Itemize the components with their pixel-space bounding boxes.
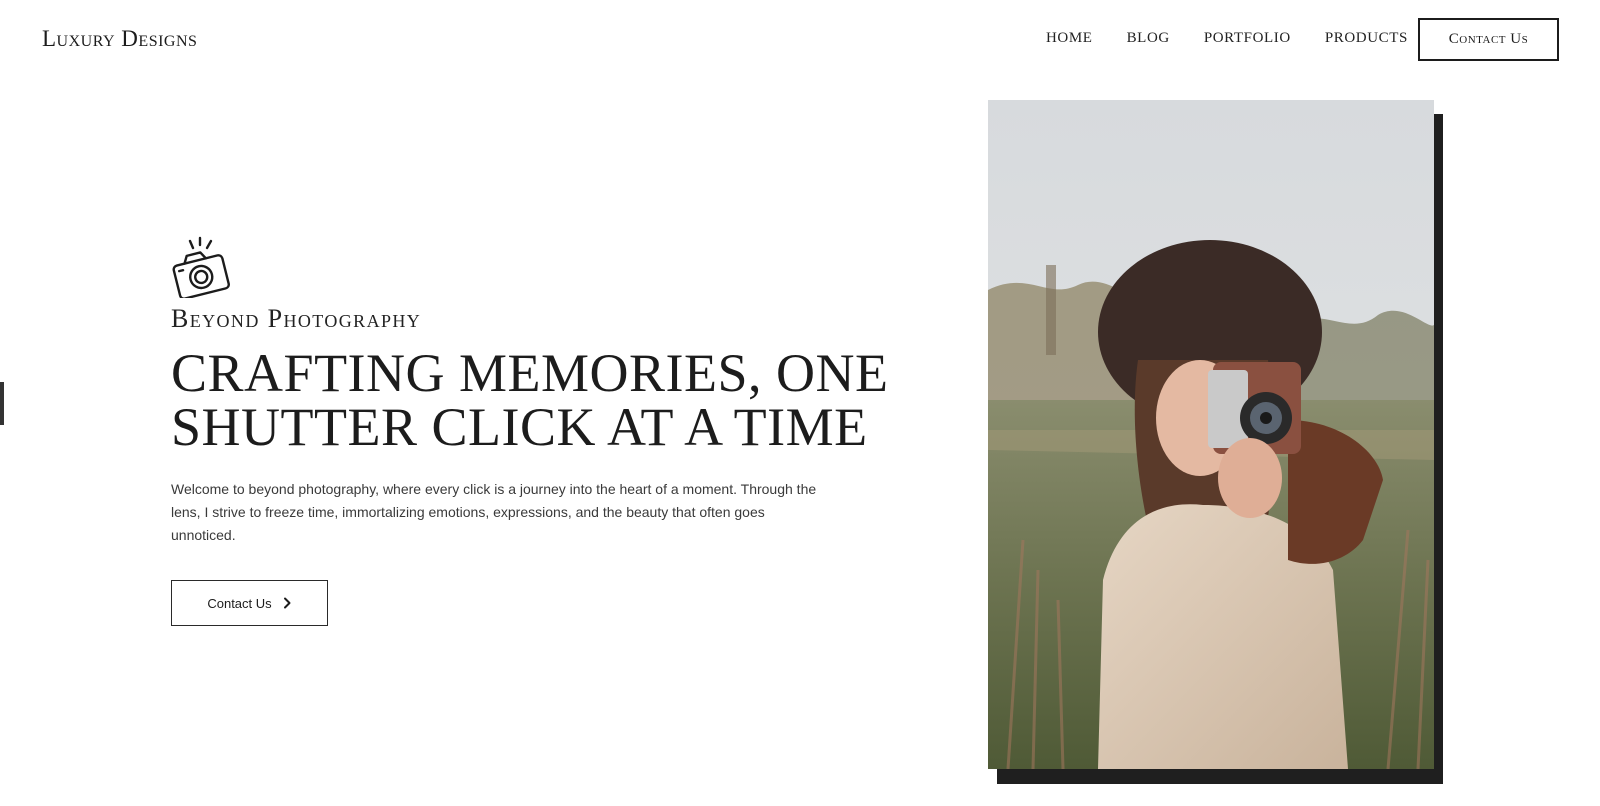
chevron-right-icon xyxy=(283,597,291,609)
site-logo[interactable]: Luxury Designs xyxy=(42,26,197,52)
side-edge-tab[interactable] xyxy=(0,382,4,425)
header-contact-button[interactable]: Contact Us xyxy=(1418,18,1559,61)
hero-eyebrow: Beyond Photography xyxy=(171,304,422,333)
main-nav: HOME BLOG PORTFOLIO PRODUCTS xyxy=(1046,30,1442,47)
nav-home[interactable]: HOME xyxy=(1046,30,1093,47)
hero-headline: Crafting Memories, One Shutter Click at … xyxy=(171,343,889,457)
site-header: Luxury Designs HOME BLOG PORTFOLIO PRODU… xyxy=(0,0,1600,80)
camera-icon xyxy=(172,236,230,298)
nav-blog[interactable]: BLOG xyxy=(1127,30,1170,47)
hero-contact-label: Contact Us xyxy=(207,595,272,611)
nav-products[interactable]: PRODUCTS xyxy=(1325,30,1408,47)
hero-section: Beyond Photography Crafting Memories, On… xyxy=(171,236,931,547)
hero-contact-button[interactable]: Contact Us xyxy=(171,580,328,626)
nav-portfolio[interactable]: PORTFOLIO xyxy=(1204,30,1291,47)
woman-with-vintage-camera-photo xyxy=(988,100,1434,769)
hero-intro: Welcome to beyond photography, where eve… xyxy=(171,481,817,543)
